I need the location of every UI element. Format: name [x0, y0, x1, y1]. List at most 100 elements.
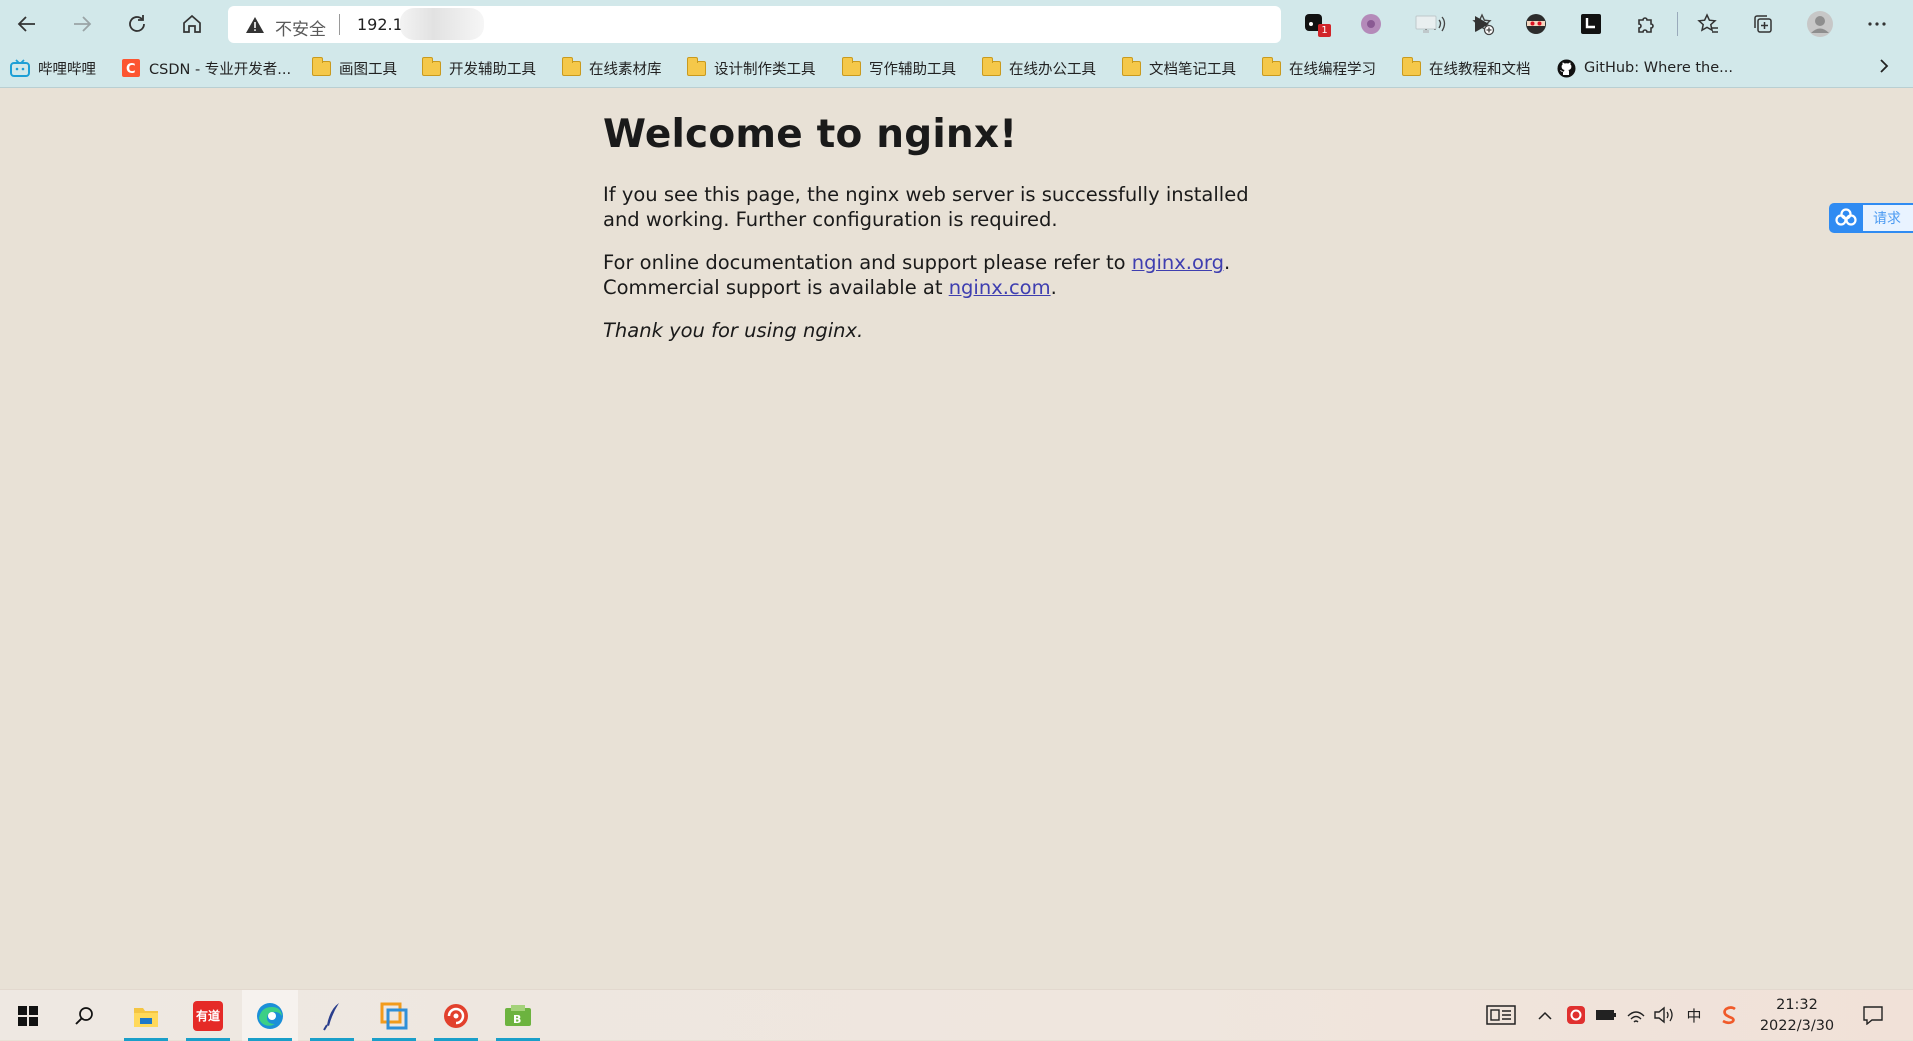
bookmark-folder-writing-tools[interactable]: 写作辅助工具 [841, 56, 956, 79]
collections-icon [1754, 15, 1772, 33]
page-title: Welcome to nginx! [603, 112, 1018, 157]
snail-shell-icon [444, 1003, 468, 1028]
favorites-star-icon [1697, 13, 1718, 33]
settings-menu-button[interactable] [1863, 10, 1891, 38]
antivirus-tray-icon[interactable] [1565, 1004, 1587, 1026]
warning-icon[interactable] [245, 15, 265, 39]
profile-button[interactable] [1806, 10, 1834, 38]
back-arrow-icon [17, 16, 35, 32]
folder-icon [841, 56, 861, 76]
bookmark-folder-coding-learning[interactable]: 在线编程学习 [1261, 56, 1376, 79]
system-clock[interactable]: 21:32 2022/3/30 [1752, 995, 1842, 1037]
nginx-com-link[interactable]: nginx.com [949, 276, 1051, 299]
bookmark-label: 设计制作类工具 [714, 61, 816, 78]
edge-browser-icon [257, 1002, 283, 1029]
ninja-mask-icon [1526, 14, 1546, 34]
forward-arrow-icon [74, 16, 92, 32]
install-message: If you see this page, the nginx web serv… [603, 183, 1249, 231]
bookmark-folder-design-tools[interactable]: 设计制作类工具 [686, 56, 816, 79]
github-icon [1556, 59, 1576, 77]
avatar-icon [1807, 11, 1833, 37]
taskbar-file-explorer[interactable] [118, 990, 174, 1041]
bookmark-folder-tutorials-docs[interactable]: 在线教程和文档 [1401, 56, 1531, 79]
bookmark-csdn[interactable]: C CSDN - 专业开发者... [121, 57, 291, 79]
bookmark-label: GitHub: Where the... [1584, 60, 1733, 76]
u-logo-icon [1581, 14, 1601, 34]
taskbar-quill-app[interactable] [304, 990, 360, 1041]
bilibili-icon [10, 59, 30, 77]
bookmark-folder-drawing-tools[interactable]: 画图工具 [311, 56, 397, 79]
bookmarks-bar: 哔哩哔哩 C CSDN - 专业开发者... 画图工具 开发辅助工具 在线素材库… [0, 48, 1913, 88]
extensions-button[interactable] [1632, 10, 1660, 38]
bookmark-bilibili[interactable]: 哔哩哔哩 [10, 57, 96, 79]
volume-icon[interactable] [1652, 1004, 1676, 1026]
folder-icon [1401, 56, 1421, 76]
baidu-netdisk-widget[interactable]: 请求 [1829, 203, 1913, 233]
chevron-right-icon[interactable] [1877, 56, 1891, 81]
extension-purple-button[interactable] [1357, 10, 1385, 38]
svg-text:B: B [513, 1013, 521, 1026]
notification-center-icon[interactable] [1860, 1004, 1886, 1026]
taskbar-green-app[interactable]: B [490, 990, 546, 1041]
file-explorer-icon [134, 1007, 158, 1027]
bookmark-folder-dev-tools[interactable]: 开发辅助工具 [421, 56, 536, 79]
sogou-input-icon[interactable] [1719, 1004, 1741, 1026]
folder-icon [421, 56, 441, 76]
home-button[interactable] [174, 6, 210, 42]
extension-u-button[interactable] [1577, 10, 1605, 38]
chevron-up-icon[interactable] [1535, 1004, 1555, 1026]
extension-badge-count: 1 [1318, 24, 1331, 37]
forward-button[interactable] [64, 6, 100, 42]
extension-badge-button[interactable]: 1 [1302, 10, 1331, 38]
bookmark-label: 哔哩哔哩 [38, 61, 96, 78]
thank-you-message: Thank you for using nginx. [603, 319, 864, 342]
extension-play-button[interactable] [1467, 10, 1495, 38]
bookmark-folder-assets[interactable]: 在线素材库 [561, 56, 662, 79]
taskbar-youdao[interactable]: 有道 [180, 990, 236, 1041]
extension-screen-button[interactable] [1412, 10, 1440, 38]
bookmark-label: 画图工具 [339, 61, 397, 78]
purple-circle-icon [1361, 14, 1381, 34]
search-button[interactable] [56, 990, 112, 1041]
folder-icon [1261, 56, 1281, 76]
address-bar[interactable]: 不安全 192.16 A [228, 6, 1495, 43]
back-button[interactable] [9, 6, 45, 42]
svg-text:C: C [126, 62, 136, 77]
input-method-indicator[interactable]: 中 [1683, 1004, 1705, 1026]
wifi-icon[interactable] [1624, 1004, 1648, 1026]
browser-toolbar: 不安全 192.16 A 1 [0, 0, 1913, 48]
collections-button[interactable] [1749, 10, 1777, 38]
toolbar-divider [1677, 12, 1678, 36]
start-button[interactable] [0, 990, 56, 1041]
bookmark-label: 开发辅助工具 [449, 61, 536, 78]
battery-icon[interactable] [1594, 1004, 1618, 1026]
bookmark-folder-notes-tools[interactable]: 文档笔记工具 [1121, 56, 1236, 79]
cloud-icon [1829, 203, 1863, 233]
bookmark-label: 在线素材库 [589, 61, 662, 78]
nginx-org-link[interactable]: nginx.org [1132, 251, 1224, 274]
page-content: Welcome to nginx! If you see this page, … [603, 112, 1263, 363]
clock-date: 2022/3/30 [1759, 1018, 1835, 1034]
bookmark-label: CSDN - 专业开发者... [149, 61, 292, 78]
bookmark-folder-office-tools[interactable]: 在线办公工具 [981, 56, 1096, 79]
youdao-dictionary-icon: 有道 [193, 1000, 223, 1031]
punctuation: . [1223, 251, 1231, 274]
bookmark-label: 在线教程和文档 [1429, 61, 1531, 78]
clock-time: 21:32 [1776, 997, 1818, 1013]
bookmark-label: 在线办公工具 [1009, 61, 1096, 78]
extension-ninja-button[interactable] [1522, 10, 1550, 38]
home-icon [183, 14, 201, 33]
taskbar-snail-app[interactable] [428, 990, 484, 1041]
refresh-button[interactable] [119, 6, 155, 42]
news-widget-icon[interactable] [1485, 1004, 1517, 1026]
bookmark-github[interactable]: GitHub: Where the... [1556, 57, 1733, 79]
taskbar-edge[interactable] [242, 990, 298, 1041]
folder-icon [686, 56, 706, 76]
punctuation: . [1050, 275, 1057, 299]
favorites-button[interactable] [1694, 10, 1722, 38]
bookmark-label: 文档笔记工具 [1149, 61, 1236, 78]
taskbar-vmware[interactable] [366, 990, 422, 1041]
bookmark-label: 写作辅助工具 [869, 61, 956, 78]
vmware-icon [380, 1002, 408, 1029]
security-status-label[interactable]: 不安全 [275, 15, 326, 40]
